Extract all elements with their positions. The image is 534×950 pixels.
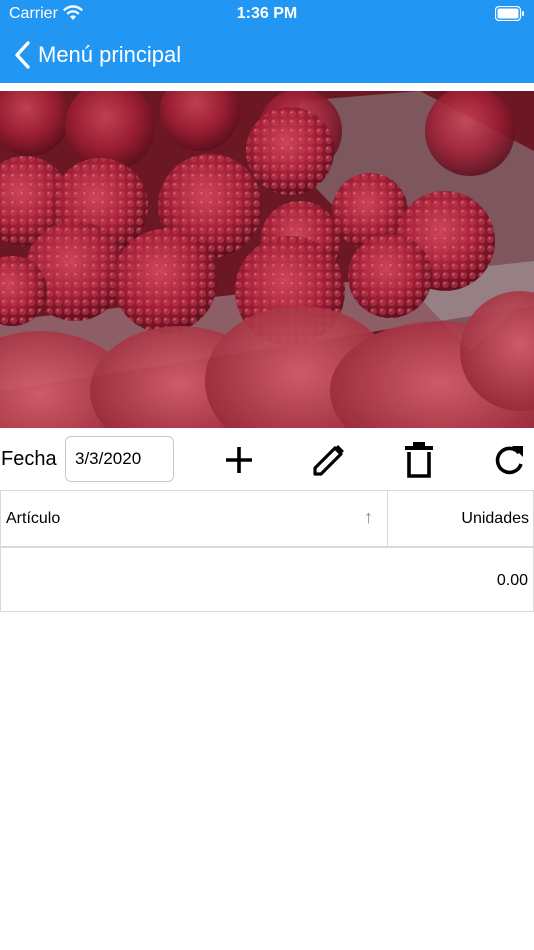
toolbar: Fecha xyxy=(0,432,534,486)
refresh-button[interactable] xyxy=(489,440,529,480)
clock: 1:36 PM xyxy=(236,5,298,22)
fecha-label: Fecha xyxy=(1,448,57,470)
back-button[interactable]: Menú principal xyxy=(12,38,181,72)
raspberries-photo xyxy=(0,91,534,428)
back-label: Menú principal xyxy=(38,42,182,67)
edit-button[interactable] xyxy=(309,440,349,480)
delete-button[interactable] xyxy=(399,440,439,480)
articles-table: Artículo ↑ Unidades 0.00 xyxy=(0,490,534,612)
edit-icon xyxy=(313,445,344,476)
nav-bar: Menú principal xyxy=(0,30,534,80)
add-button[interactable] xyxy=(219,440,259,480)
battery-icon xyxy=(494,5,525,22)
column-label-articulo: Artículo xyxy=(6,510,61,527)
column-header-unidades[interactable]: Unidades xyxy=(389,491,534,547)
header-bar: Carrier 1:36 PM Menú principal xyxy=(0,0,534,83)
table-header: Artículo ↑ Unidades xyxy=(0,490,534,548)
table-row[interactable]: 0.00 xyxy=(0,548,534,612)
sort-ascending-icon: ↑ xyxy=(364,507,373,527)
column-header-articulo[interactable]: Artículo ↑ xyxy=(1,491,388,547)
chevron-left-icon xyxy=(15,41,30,69)
trash-icon xyxy=(405,442,433,478)
cell-unidades: 0.00 xyxy=(496,572,528,589)
refresh-icon xyxy=(495,446,523,475)
add-icon xyxy=(226,447,252,473)
date-field[interactable] xyxy=(65,436,174,482)
status-bar: Carrier 1:36 PM xyxy=(0,0,534,28)
column-label-unidades: Unidades xyxy=(461,510,529,527)
